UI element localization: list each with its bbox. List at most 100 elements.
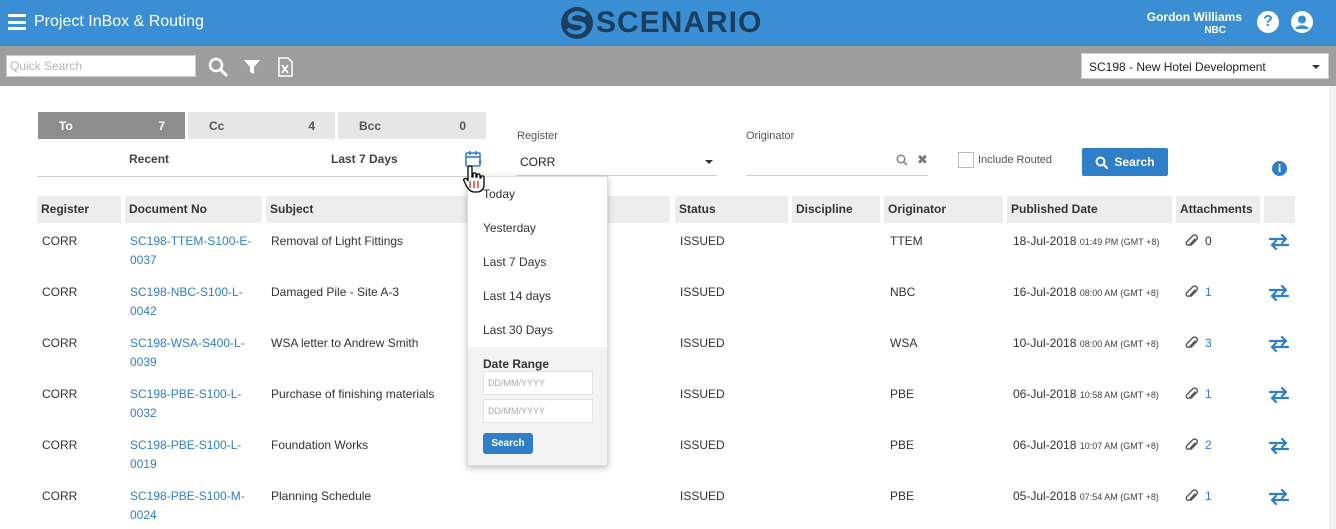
- column-header-document-no[interactable]: Document No: [125, 196, 262, 223]
- document-link[interactable]: SC198-TTEM-S100-E- 0037: [130, 232, 260, 270]
- cell-attachments[interactable]: 1: [1185, 487, 1212, 506]
- cell-attachments[interactable]: 1: [1185, 283, 1212, 302]
- search-icon: [1095, 156, 1109, 169]
- date-option-last-30-days[interactable]: Last 30 Days: [483, 323, 553, 337]
- column-header-published-date[interactable]: Published Date: [1007, 196, 1172, 223]
- quick-search-input[interactable]: [6, 55, 196, 77]
- date-range-value[interactable]: Last 7 Days: [331, 152, 398, 166]
- register-select[interactable]: CORR: [517, 146, 717, 176]
- originator-label: Originator: [746, 130, 795, 142]
- tab-cc[interactable]: Cc 4: [188, 112, 335, 139]
- document-link[interactable]: SC198-NBC-S100-L- 0042: [130, 283, 260, 321]
- date-option-last-7-days[interactable]: Last 7 Days: [483, 255, 546, 269]
- info-icon[interactable]: i: [1272, 161, 1287, 176]
- document-link[interactable]: SC198-PBE-S100-M- 0024: [130, 487, 260, 525]
- column-header-attachments[interactable]: Attachments: [1176, 196, 1260, 223]
- column-header-originator[interactable]: Originator: [884, 196, 1003, 223]
- cell-subject: WSA letter to Andrew Smith: [271, 336, 419, 350]
- cell-status: ISSUED: [680, 234, 725, 248]
- published-time: 10:07 AM (GMT +8): [1079, 441, 1159, 451]
- chevron-down-icon: [1312, 65, 1320, 69]
- cell-subject: Planning Schedule: [271, 489, 372, 503]
- document-link[interactable]: SC198-PBE-S100-L- 0032: [130, 385, 260, 423]
- route-icon[interactable]: [1269, 336, 1289, 352]
- project-select[interactable]: SC198 - New Hotel Development: [1081, 53, 1329, 79]
- cell-published-date: 06-Jul-2018 10:58 AM (GMT +8): [1013, 385, 1159, 405]
- search-button-label: Search: [1114, 155, 1155, 169]
- document-no-part2: 0032: [130, 406, 157, 420]
- user-info[interactable]: Gordon Williams NBC: [1147, 10, 1242, 36]
- date-option-last-14-days[interactable]: Last 14 days: [483, 289, 551, 303]
- cell-register: CORR: [42, 387, 78, 401]
- cell-attachments[interactable]: 2: [1185, 436, 1212, 455]
- published-time: 08:00 AM (GMT +8): [1079, 288, 1159, 298]
- published-date: 06-Jul-2018: [1013, 438, 1077, 452]
- route-icon[interactable]: [1269, 438, 1289, 454]
- help-icon[interactable]: ?: [1257, 11, 1279, 33]
- cell-originator: TTEM: [890, 234, 923, 248]
- route-icon[interactable]: [1269, 387, 1289, 403]
- date-to-input[interactable]: [483, 399, 593, 423]
- published-time: 01:49 PM (GMT +8): [1079, 237, 1160, 247]
- published-date: 05-Jul-2018: [1013, 489, 1077, 503]
- originator-input[interactable]: ✖: [746, 146, 928, 176]
- date-range-panel: Date Range Search: [468, 347, 607, 465]
- cell-register: CORR: [42, 336, 78, 350]
- document-no-part2: 0039: [130, 355, 157, 369]
- paperclip-icon: [1185, 489, 1199, 501]
- filter-icon[interactable]: [242, 57, 262, 77]
- date-option-yesterday[interactable]: Yesterday: [483, 221, 536, 235]
- date-from-input[interactable]: [483, 371, 593, 395]
- document-link[interactable]: SC198-PBE-S100-L- 0019: [130, 436, 260, 474]
- attachment-count: 1: [1205, 387, 1212, 401]
- column-header-discipline[interactable]: Discipline: [792, 196, 880, 223]
- user-name: Gordon Williams: [1146, 10, 1242, 24]
- cell-published-date: 06-Jul-2018 10:07 AM (GMT +8): [1013, 436, 1159, 456]
- paperclip-icon: [1185, 336, 1199, 348]
- document-no-part1: SC198-PBE-S100-M-: [130, 489, 245, 503]
- user-org: NBC: [1204, 25, 1226, 36]
- clear-icon[interactable]: ✖: [917, 152, 928, 168]
- search-icon[interactable]: [896, 154, 908, 166]
- published-date: 10-Jul-2018: [1013, 336, 1077, 350]
- date-option-today[interactable]: Today: [483, 187, 515, 201]
- search-icon[interactable]: [208, 57, 228, 77]
- route-icon[interactable]: [1269, 285, 1289, 301]
- published-date: 18-Jul-2018: [1013, 234, 1077, 248]
- route-icon[interactable]: [1269, 234, 1289, 250]
- recent-filter: Recent Last 7 Days: [37, 143, 487, 177]
- tab-cc-count: 4: [308, 119, 315, 133]
- page-scrollbar[interactable]: [1329, 86, 1336, 529]
- register-value: CORR: [520, 155, 556, 169]
- tab-bcc[interactable]: Bcc 0: [338, 112, 486, 139]
- document-link[interactable]: SC198-WSA-S400-L- 0039: [130, 334, 260, 372]
- toolbar: SC198 - New Hotel Development: [0, 46, 1336, 86]
- attachment-count: 2: [1205, 438, 1212, 452]
- excel-export-icon[interactable]: [275, 57, 295, 77]
- cell-subject: Damaged Pile - Site A-3: [271, 285, 400, 299]
- published-time: 10:58 AM (GMT +8): [1079, 390, 1159, 400]
- cell-attachments[interactable]: 1: [1185, 385, 1212, 404]
- cell-attachments[interactable]: 0: [1185, 232, 1212, 251]
- tab-to[interactable]: To 7: [38, 112, 185, 139]
- published-time: 08:00 AM (GMT +8): [1079, 339, 1159, 349]
- column-header-register[interactable]: Register: [37, 196, 121, 223]
- checkbox-box[interactable]: [958, 152, 974, 168]
- account-icon[interactable]: [1291, 11, 1313, 33]
- cell-subject: Removal of Light Fittings: [271, 234, 404, 248]
- tab-to-label: To: [59, 119, 73, 133]
- menu-icon[interactable]: [8, 14, 26, 30]
- app-title: Project InBox & Routing: [34, 13, 204, 30]
- hand-cursor-icon: [463, 165, 485, 193]
- published-time: 07:54 AM (GMT +8): [1079, 492, 1159, 502]
- column-header-status[interactable]: Status: [675, 196, 788, 223]
- cell-published-date: 18-Jul-2018 01:49 PM (GMT +8): [1013, 232, 1159, 252]
- cell-attachments[interactable]: 3: [1185, 334, 1212, 353]
- date-range-search-button[interactable]: Search: [483, 433, 533, 454]
- cell-register: CORR: [42, 234, 78, 248]
- search-button[interactable]: Search: [1082, 148, 1168, 176]
- cell-published-date: 16-Jul-2018 08:00 AM (GMT +8): [1013, 283, 1159, 303]
- route-icon[interactable]: [1269, 489, 1289, 505]
- include-routed-checkbox[interactable]: Include Routed: [958, 152, 1052, 168]
- chevron-down-icon: [705, 160, 713, 164]
